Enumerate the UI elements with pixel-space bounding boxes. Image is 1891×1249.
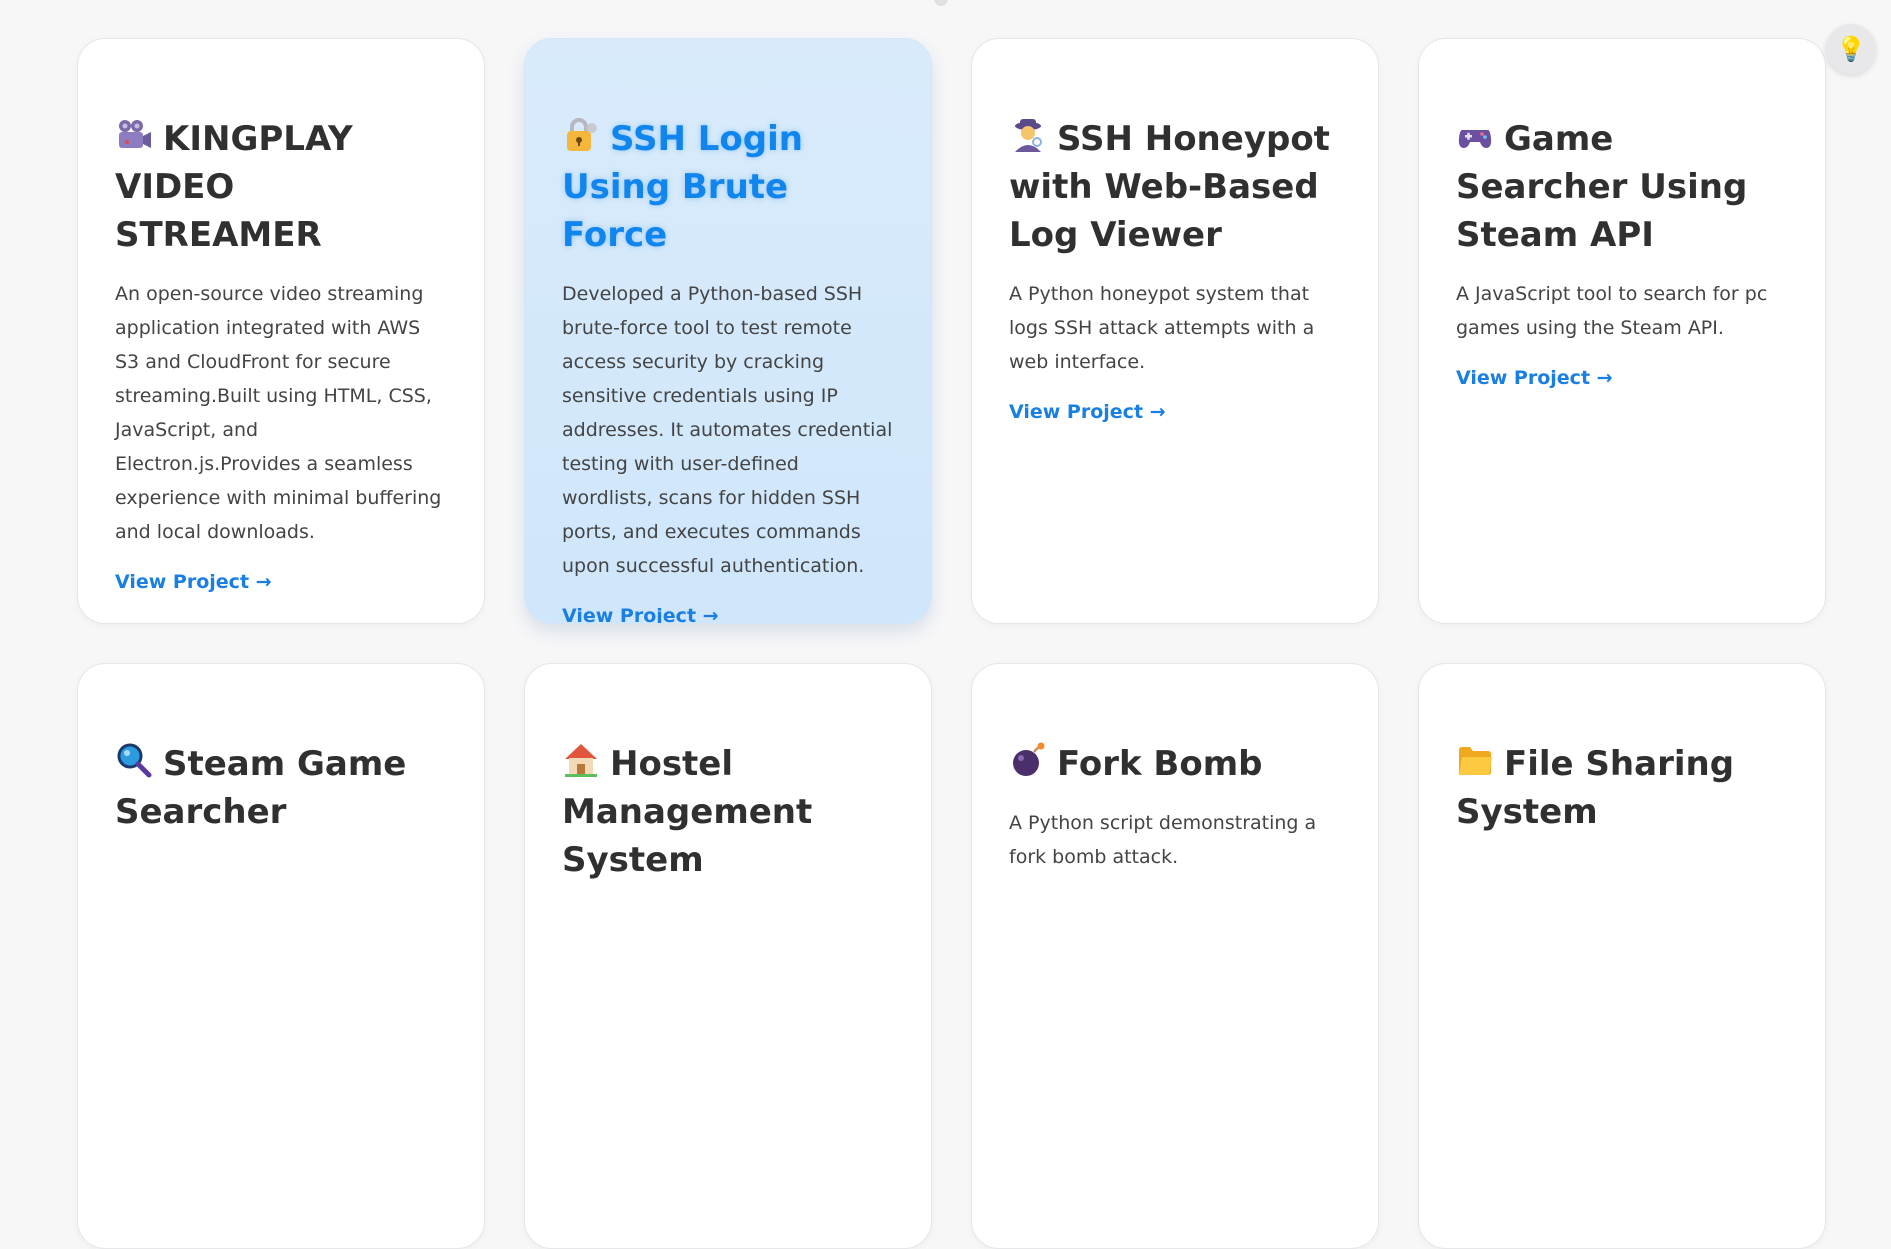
project-description: An open-source video streaming applicati…: [115, 283, 442, 543]
project-card[interactable]: Steam Game Searcher: [77, 663, 485, 1249]
view-project-link[interactable]: View Project →: [1456, 367, 1613, 389]
project-card[interactable]: Fork Bomb A Python script demonstrating …: [971, 663, 1379, 1249]
project-card[interactable]: File Sharing System: [1418, 663, 1826, 1249]
project-description: Developed a Python-based SSH brute-force…: [562, 283, 893, 577]
lightbulb-icon: 💡: [1836, 35, 1866, 63]
project-card-hovered[interactable]: SSH Login Using Brute Force Developed a …: [524, 38, 932, 624]
project-description: A Python honeypot system that logs SSH a…: [1009, 283, 1315, 373]
bomb-icon: [1013, 742, 1045, 776]
view-project-link[interactable]: View Project →: [115, 571, 272, 593]
view-project-link[interactable]: View Project →: [1009, 401, 1166, 423]
scroll-indicator: [934, 0, 948, 6]
project-title: Fork Bomb: [1009, 740, 1341, 788]
project-card[interactable]: SSH Honeypot with Web-Based Log Viewer A…: [971, 38, 1379, 624]
locked-key-icon: [567, 118, 597, 151]
game-controller-icon: [1458, 130, 1492, 148]
theme-toggle-button[interactable]: 💡: [1826, 24, 1876, 74]
detective-icon: [1015, 119, 1042, 152]
film-camera-icon: [119, 120, 151, 148]
view-project-link[interactable]: View Project →: [562, 605, 719, 623]
project-description: A Python script demonstrating a fork bom…: [1009, 812, 1317, 868]
project-title: SSH Honeypot with Web-Based Log Viewer: [1009, 115, 1341, 259]
magnifier-icon: [117, 743, 152, 778]
project-title: File Sharing System: [1456, 740, 1788, 836]
project-title: Game Searcher Using Steam API: [1456, 115, 1788, 259]
folder-icon: [1459, 747, 1492, 775]
projects-grid: KINGPLAY VIDEO STREAMER An open-source v…: [77, 38, 1826, 1249]
house-icon: [565, 744, 597, 777]
project-description: A JavaScript tool to search for pc games…: [1456, 283, 1768, 339]
project-title: Steam Game Searcher: [115, 740, 447, 836]
project-title: Hostel Management System: [562, 740, 894, 884]
project-title: SSH Login Using Brute Force: [562, 115, 894, 259]
project-card[interactable]: Game Searcher Using Steam API A JavaScri…: [1418, 38, 1826, 624]
project-title: KINGPLAY VIDEO STREAMER: [115, 115, 447, 259]
project-card[interactable]: KINGPLAY VIDEO STREAMER An open-source v…: [77, 38, 485, 624]
project-card[interactable]: Hostel Management System: [524, 663, 932, 1249]
